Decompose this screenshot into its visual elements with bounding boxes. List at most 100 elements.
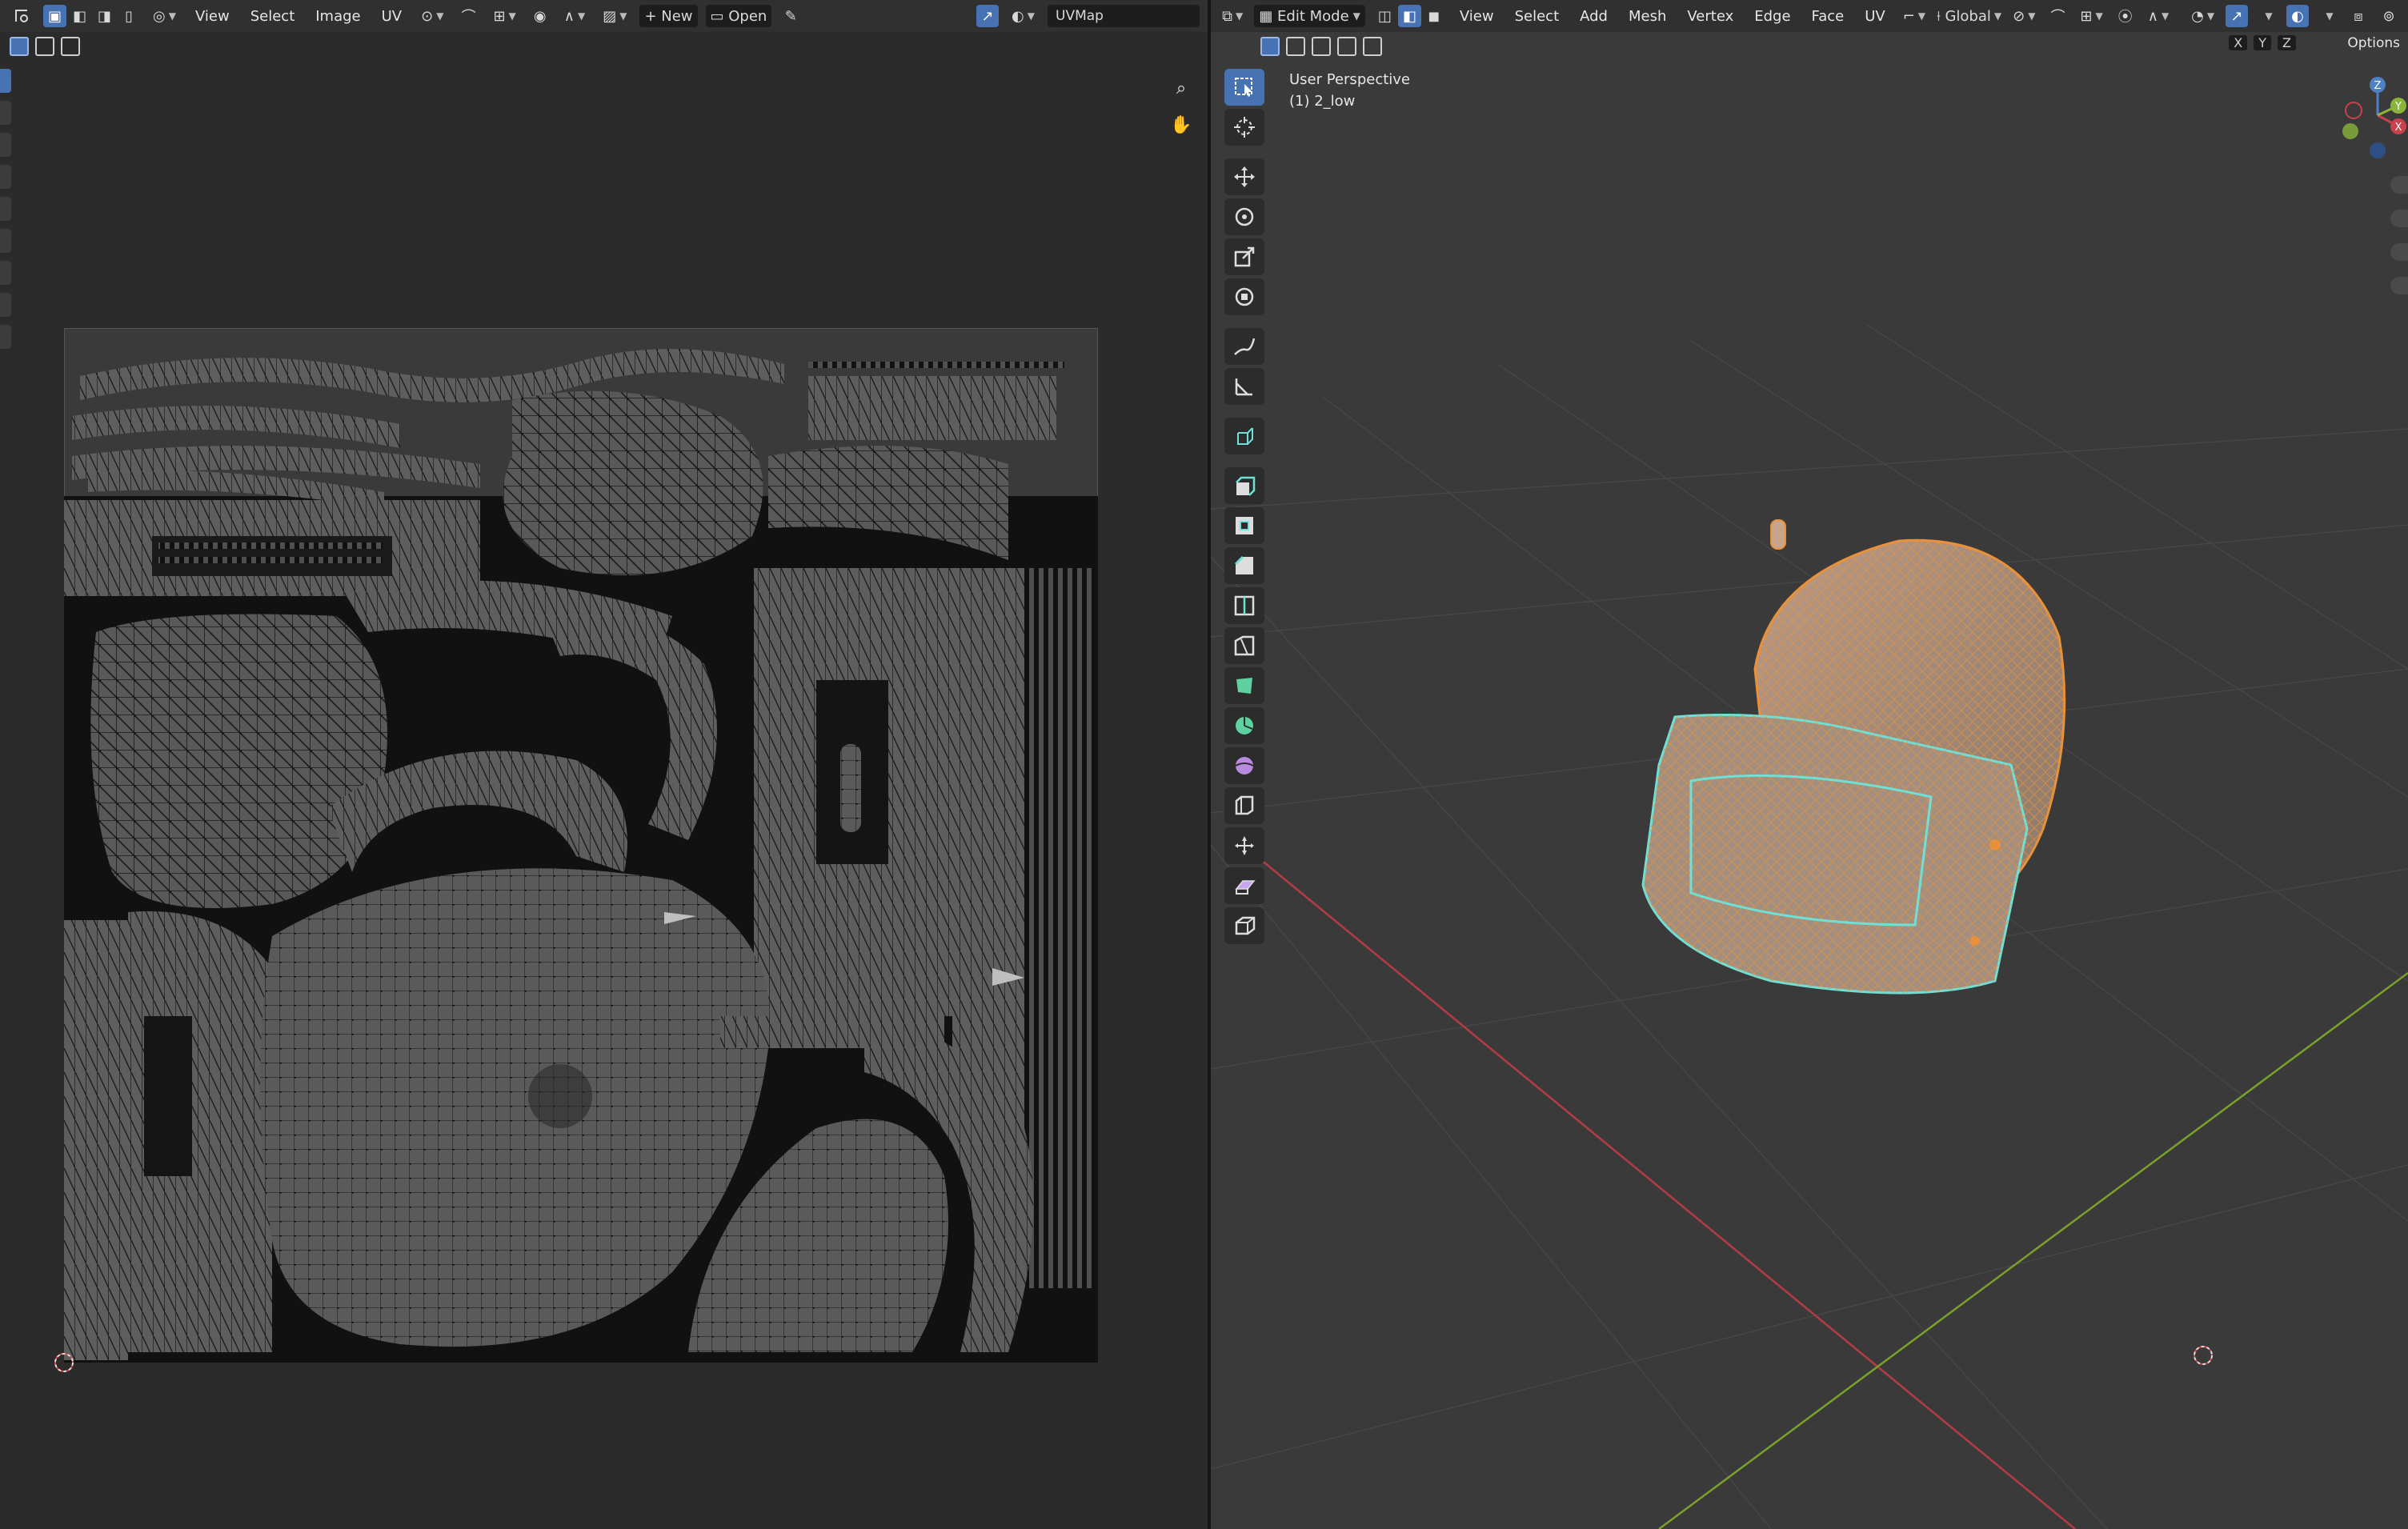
loop-cut-tool[interactable] [1224, 587, 1264, 624]
measure-tool[interactable] [1224, 368, 1264, 405]
vp-menu-face[interactable]: Face [1805, 8, 1851, 25]
proportional-edit-icon[interactable]: ◉ [529, 5, 551, 27]
snap-increment-icon[interactable]: ⊞ ▼ [2077, 5, 2105, 27]
uv-tool-cursor[interactable] [0, 101, 11, 125]
vp-menu-view[interactable]: View [1453, 8, 1500, 25]
editor-type-3d-icon[interactable]: ⧉ ▼ [1219, 5, 1246, 27]
face-select-icon[interactable]: ◨ [93, 5, 116, 27]
zoom-icon[interactable]: ⌕ [1167, 74, 1196, 102]
vp-select-invert-icon[interactable] [1337, 37, 1356, 56]
uv-tool-transform[interactable] [0, 229, 11, 253]
proportional-falloff-icon[interactable]: ∧ ▼ [2145, 5, 2173, 27]
select-extend-icon[interactable] [35, 37, 54, 56]
add-cube-tool[interactable] [1224, 418, 1264, 454]
poly-build-tool[interactable] [1224, 667, 1264, 704]
vp-select-subtract-icon[interactable] [1312, 37, 1331, 56]
uv-tool-select[interactable] [0, 69, 11, 93]
mirror-x-button[interactable]: X [2229, 35, 2248, 50]
bevel-tool[interactable] [1224, 547, 1264, 584]
pivot-point-icon[interactable]: ⊘ ▼ [2009, 5, 2038, 27]
spin-tool[interactable] [1224, 707, 1264, 744]
annotate-tool[interactable] [1224, 328, 1264, 365]
display-mode-icon[interactable]: ◎ ▼ [148, 5, 181, 27]
move-tool[interactable] [1224, 158, 1264, 195]
overlay-toggle-icon[interactable]: ◐ ▼ [1007, 5, 1040, 27]
new-image-button[interactable]: + New [639, 5, 698, 27]
edge-mode-icon[interactable]: ◧ [1397, 5, 1421, 27]
vertex-select-icon[interactable]: ▣ [43, 5, 67, 27]
rip-tool[interactable] [1224, 907, 1264, 944]
island-select-icon[interactable]: ▯ [118, 5, 140, 27]
image-icon[interactable]: ▨ ▼ [598, 5, 631, 27]
gizmos-dropdown-icon[interactable]: ▼ [2256, 5, 2278, 27]
snap-magnet-icon[interactable]: ⌒ [2046, 5, 2069, 27]
face-mode-icon[interactable]: ◼ [1423, 5, 1445, 27]
vertex-mode-icon[interactable]: ◫ [1373, 5, 1396, 27]
pan-view-icon[interactable] [2390, 210, 2408, 227]
shrink-fatten-tool[interactable] [1224, 827, 1264, 864]
editor-type-icon[interactable] [8, 5, 35, 27]
shear-tool[interactable] [1224, 867, 1264, 904]
select-new-icon[interactable] [10, 37, 29, 56]
uv-tool-relax[interactable] [0, 293, 11, 317]
vp-menu-mesh[interactable]: Mesh [1622, 8, 1673, 25]
menu-image[interactable]: Image [309, 8, 367, 25]
options-dropdown[interactable]: Options [2347, 35, 2400, 51]
vp-menu-vertex[interactable]: Vertex [1681, 8, 1740, 25]
uv-tool-pinch[interactable] [0, 325, 11, 349]
vp-menu-uv[interactable]: UV [1858, 8, 1892, 25]
xray-icon[interactable]: ⧈ [2347, 5, 2370, 27]
inset-tool[interactable] [1224, 507, 1264, 544]
vp-menu-select[interactable]: Select [1509, 8, 1566, 25]
uv-sync-icon[interactable]: ⌐ ▼ [1900, 5, 1929, 27]
snap-target-icon[interactable]: ⊞ ▼ [488, 5, 520, 27]
uvmap-field[interactable]: UVMap [1048, 5, 1200, 27]
menu-uv[interactable]: UV [375, 8, 409, 25]
navigation-gizmo[interactable]: Z X Y [2336, 74, 2408, 170]
visibility-icon[interactable]: ◔ ▼ [2188, 5, 2218, 27]
vp-select-new-icon[interactable] [1260, 37, 1280, 56]
edge-select-icon[interactable]: ◧ [68, 5, 91, 27]
mirror-y-button[interactable]: Y [2254, 35, 2272, 50]
3d-cursor-icon[interactable] [2190, 1343, 2216, 1368]
vp-select-extend-icon[interactable] [1286, 37, 1305, 56]
ortho-toggle-icon[interactable] [2390, 277, 2408, 294]
smooth-tool[interactable] [1224, 747, 1264, 784]
knife-tool[interactable] [1224, 627, 1264, 664]
mode-dropdown[interactable]: ▦ Edit Mode ▼ [1254, 5, 1365, 27]
uv-tool-scale[interactable] [0, 197, 11, 221]
transform-tool[interactable] [1224, 278, 1264, 315]
falloff-icon[interactable]: ∧ ▼ [559, 5, 590, 27]
vp-select-intersect-icon[interactable] [1363, 37, 1382, 56]
extrude-tool[interactable] [1224, 467, 1264, 504]
vp-menu-add[interactable]: Add [1573, 8, 1614, 25]
scale-tool[interactable] [1224, 238, 1264, 275]
menu-select[interactable]: Select [244, 8, 302, 25]
pin-icon[interactable]: ✎ [779, 5, 802, 27]
transform-orientation-dropdown[interactable]: ⟊ Global ▼ [1937, 5, 2001, 27]
uv-tool-move[interactable] [0, 133, 11, 157]
rotate-tool[interactable] [1224, 198, 1264, 235]
snap-icon[interactable]: ⌒ [456, 5, 480, 27]
uv-tool-grab[interactable] [0, 261, 11, 285]
gizmo-toggle-icon[interactable]: ↗ [976, 5, 1000, 27]
cursor-tool[interactable] [1224, 109, 1264, 146]
select-subtract-icon[interactable] [61, 37, 80, 56]
overlays-dropdown-icon[interactable]: ▼ [2317, 5, 2339, 27]
pan-hand-icon[interactable]: ✋ [1167, 110, 1196, 139]
menu-view[interactable]: View [189, 8, 236, 25]
proportional-icon[interactable]: ⦿ [2114, 5, 2137, 27]
select-box-tool[interactable] [1224, 69, 1264, 106]
overlays-icon[interactable]: ◐ [2286, 5, 2309, 27]
zoom-view-icon[interactable] [2390, 176, 2408, 194]
edge-slide-tool[interactable] [1224, 787, 1264, 824]
mirror-z-button[interactable]: Z [2278, 35, 2296, 50]
camera-view-icon[interactable] [2390, 243, 2408, 261]
uv-tool-rotate[interactable] [0, 165, 11, 189]
vp-menu-edge[interactable]: Edge [1748, 8, 1797, 25]
shading-icon[interactable]: ⊚ [2378, 5, 2400, 27]
gizmos-icon[interactable]: ↗ [2226, 5, 2248, 27]
uv-2d-cursor-icon[interactable] [51, 1350, 77, 1375]
pivot-icon[interactable]: ⊙ ▼ [416, 5, 448, 27]
open-image-button[interactable]: ▭ Open [705, 5, 772, 27]
